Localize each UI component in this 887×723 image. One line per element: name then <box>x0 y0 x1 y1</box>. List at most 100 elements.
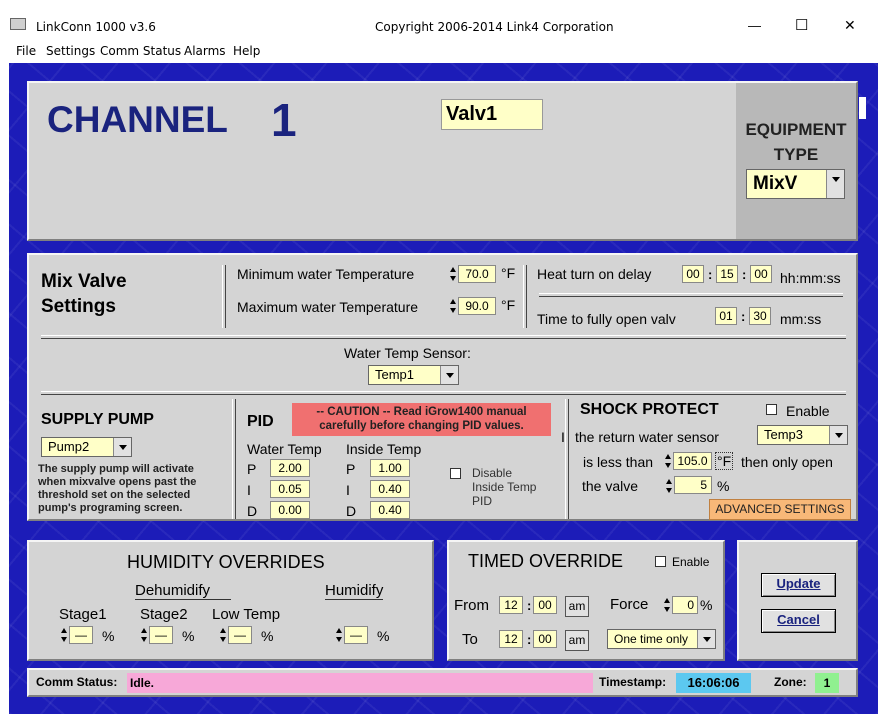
from-ampm-button[interactable]: am <box>565 596 589 617</box>
valve-pct-input[interactable]: 5 <box>674 476 712 494</box>
chevron-down-icon[interactable] <box>829 426 847 444</box>
open-time-minutes[interactable]: 01 <box>715 307 737 325</box>
water-sensor-select[interactable]: Temp1 <box>368 365 459 385</box>
heat-delay-hours[interactable]: 00 <box>682 265 704 283</box>
heat-delay-label: Heat turn on delay <box>537 266 652 282</box>
water-d-input[interactable]: 0.00 <box>270 501 310 519</box>
channel-header-panel: CHANNEL 1 Valv1 EQUIPMENT TYPE MixV <box>27 81 858 241</box>
shock-enable-checkbox[interactable] <box>766 404 777 415</box>
timed-override-panel: TIMED OVERRIDE Enable From 12 : 00 am To… <box>447 540 725 661</box>
minimize-button[interactable]: — <box>748 18 761 33</box>
min-temp-input[interactable]: 70.0 <box>458 265 496 283</box>
heat-delay-minutes[interactable]: 15 <box>716 265 738 283</box>
from-hour-input[interactable]: 12 <box>499 596 523 614</box>
min-temp-unit: °F <box>501 265 516 281</box>
valve-pct-unit: % <box>717 478 730 494</box>
timed-override-title: TIMED OVERRIDE <box>468 551 624 571</box>
humidify-unit: % <box>377 628 390 644</box>
water-p-input[interactable]: 2.00 <box>270 459 310 477</box>
inside-i-input[interactable]: 0.40 <box>370 480 410 498</box>
colon: : <box>527 632 532 647</box>
force-input[interactable]: 0 <box>672 596 698 614</box>
water-d-label: D <box>247 503 258 519</box>
equipment-type-label: EQUIPMENT TYPE <box>745 120 847 164</box>
inside-d-input[interactable]: 0.40 <box>370 501 410 519</box>
stage2-spinner[interactable] <box>140 627 148 643</box>
open-time-seconds[interactable]: 30 <box>749 307 771 325</box>
less-than-label: is less than <box>583 454 654 470</box>
timed-mode-select[interactable]: One time only <box>607 629 716 649</box>
to-ampm-button[interactable]: am <box>565 630 589 651</box>
close-button[interactable]: ✕ <box>844 17 856 34</box>
chevron-down-icon[interactable] <box>697 630 715 648</box>
from-minute-input[interactable]: 00 <box>533 596 557 614</box>
open-time-label: Time to fully open valv <box>537 311 676 327</box>
shock-temp-input[interactable]: 105.0 <box>673 452 712 470</box>
cancel-button[interactable]: Cancel <box>761 609 836 633</box>
heat-delay-seconds[interactable]: 00 <box>750 265 772 283</box>
stage1-spinner[interactable] <box>60 627 68 643</box>
timestamp-value: 16:06:06 <box>676 673 751 693</box>
shock-temp-unit[interactable]: °F <box>715 452 734 470</box>
menu-settings[interactable]: Settings <box>46 44 95 58</box>
channel-label: CHANNEL <box>47 99 228 140</box>
inside-i-label: I <box>346 482 350 498</box>
window-title: LinkConn 1000 v3.6 <box>36 20 156 34</box>
update-button[interactable]: Update <box>761 573 836 597</box>
mix-valve-title-2: Settings <box>41 296 116 317</box>
app-icon <box>10 18 26 30</box>
menu-help[interactable]: Help <box>233 44 260 58</box>
stage2-label: Stage2 <box>140 606 188 623</box>
menu-file[interactable]: File <box>16 44 36 58</box>
mmss-label: mm:ss <box>780 311 822 327</box>
hhmmss-label: hh:mm:ss <box>780 270 841 286</box>
colon: : <box>708 267 713 282</box>
channel-name-input[interactable]: Valv1 <box>441 99 543 130</box>
chevron-down-icon[interactable] <box>826 170 844 198</box>
low-temp-spinner[interactable] <box>219 627 227 643</box>
force-unit: % <box>700 597 713 613</box>
then-open-label: then only open <box>741 454 833 470</box>
force-spinner[interactable] <box>663 597 671 613</box>
supply-pump-value: Pump2 <box>48 439 90 454</box>
humidify-spinner[interactable] <box>335 627 343 643</box>
chevron-down-icon[interactable] <box>440 366 458 384</box>
chevron-down-icon[interactable] <box>113 438 131 456</box>
divider <box>523 265 527 328</box>
zone-value: 1 <box>815 673 839 693</box>
low-temp-input[interactable]: — <box>228 626 252 644</box>
shock-temp-spinner[interactable] <box>664 453 672 469</box>
humidity-panel: HUMIDITY OVERRIDES Dehumidify Humidify S… <box>27 540 434 661</box>
supply-pump-select[interactable]: Pump2 <box>41 437 132 457</box>
humidify-input[interactable]: — <box>344 626 368 644</box>
inside-p-label: P <box>346 461 356 477</box>
equipment-type-select[interactable]: MixV <box>746 169 845 199</box>
water-p-label: P <box>247 461 257 477</box>
to-minute-input[interactable]: 00 <box>533 630 557 648</box>
return-sensor-value: Temp3 <box>764 427 804 442</box>
disable-inside-pid-checkbox[interactable] <box>450 468 461 479</box>
equipment-type-box: EQUIPMENT TYPE MixV <box>736 83 856 239</box>
actions-panel: Update Cancel <box>737 540 858 661</box>
min-temp-spinner[interactable] <box>449 266 457 282</box>
stage1-input[interactable]: — <box>69 626 93 644</box>
water-i-input[interactable]: 0.05 <box>270 480 310 498</box>
inside-temp-header: Inside Temp <box>346 441 422 457</box>
inside-p-input[interactable]: 1.00 <box>370 459 410 477</box>
max-temp-input[interactable]: 90.0 <box>458 297 496 315</box>
return-sensor-select[interactable]: Temp3 <box>757 425 848 445</box>
stage2-input[interactable]: — <box>149 626 173 644</box>
maximize-button[interactable]: ☐ <box>795 16 808 34</box>
comm-status-label: Comm Status: <box>36 675 118 689</box>
divider <box>565 399 569 519</box>
to-hour-input[interactable]: 12 <box>499 630 523 648</box>
menu-alarms[interactable]: Alarms <box>184 44 226 58</box>
advanced-settings-button[interactable]: ADVANCED SETTINGS <box>709 499 851 520</box>
max-temp-unit: °F <box>501 297 516 313</box>
low-temp-label: Low Temp <box>212 606 281 623</box>
timed-enable-checkbox[interactable] <box>655 556 666 567</box>
max-temp-spinner[interactable] <box>449 298 457 314</box>
inside-d-label: D <box>346 503 357 519</box>
valve-pct-spinner[interactable] <box>665 478 673 494</box>
menu-comm-status[interactable]: Comm Status <box>100 44 181 58</box>
